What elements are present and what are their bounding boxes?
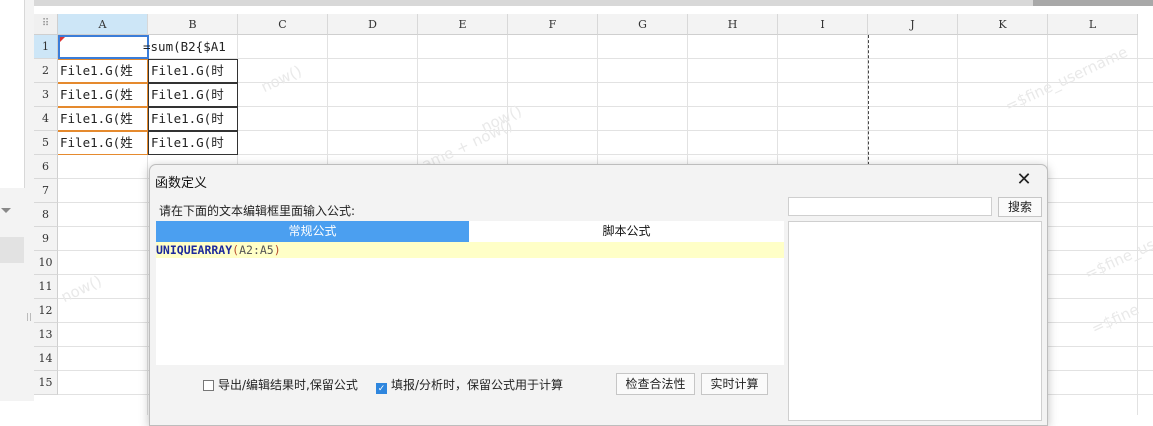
search-button[interactable]: 搜索	[998, 197, 1042, 217]
row-header-6[interactable]: 6	[34, 155, 58, 179]
column-header-g[interactable]: G	[598, 14, 688, 35]
column-header-k[interactable]: K	[958, 14, 1048, 35]
dialog: 函数定义 ✕ 请在下面的文本编辑框里面输入公式: 常规公式 脚本公式 UNIQU…	[149, 164, 1048, 426]
resize-handle[interactable]	[27, 313, 31, 321]
column-header-c[interactable]: C	[238, 14, 328, 35]
formula-prompt: 请在下面的文本编辑框里面输入公式:	[159, 204, 356, 218]
row-header-5[interactable]: 5	[34, 131, 58, 155]
column-header-a[interactable]: A	[58, 14, 148, 35]
formula-paren-close: )	[273, 243, 281, 257]
column-header-h[interactable]: H	[688, 14, 778, 35]
column-header-i[interactable]: I	[778, 14, 868, 35]
function-search-input[interactable]	[788, 197, 992, 216]
checkbox-label: 填报/分析时，保留公式用于计算	[391, 378, 564, 392]
column-header-f[interactable]: F	[508, 14, 598, 35]
formula-argument: A2:A5	[239, 243, 274, 257]
formula-line[interactable]: UNIQUEARRAY(A2:A5)	[156, 242, 784, 258]
cell-a5[interactable]: File1.G(姓	[58, 131, 148, 155]
cell-a3[interactable]: File1.G(姓	[58, 83, 148, 107]
close-icon[interactable]: ✕	[1015, 171, 1033, 189]
checkbox-keep-formula-fill[interactable]: ✓ 填报/分析时，保留公式用于计算	[376, 378, 563, 394]
page-break-line	[868, 35, 869, 175]
cell-a1[interactable]	[58, 35, 149, 59]
row-header-2[interactable]: 2	[34, 59, 58, 83]
collapse-arrow-icon[interactable]	[1, 208, 11, 213]
row-header-15[interactable]: 15	[34, 371, 58, 395]
checkbox-box[interactable]	[203, 380, 214, 391]
column-header-e[interactable]: E	[418, 14, 508, 35]
cell-b1[interactable]: =sum(B2{$A1	[141, 36, 238, 60]
cell-b3[interactable]: File1.G(时	[148, 83, 238, 107]
scroll-thumb[interactable]	[1033, 0, 1153, 6]
left-panel-selected-item[interactable]	[0, 237, 24, 263]
tab-regular-formula[interactable]: 常规公式	[156, 221, 469, 242]
column-header-b[interactable]: B	[148, 14, 238, 35]
validate-button[interactable]: 检查合法性	[616, 373, 695, 395]
top-scrollbar[interactable]	[34, 0, 1153, 6]
row-header-3[interactable]: 3	[34, 83, 58, 107]
row-header-10[interactable]: 10	[34, 251, 58, 275]
cell-a4[interactable]: File1.G(姓	[58, 107, 148, 131]
comment-marker-icon	[60, 37, 65, 42]
row-header-9[interactable]: 9	[34, 227, 58, 251]
select-all-corner[interactable]: ⠿	[34, 14, 58, 35]
realtime-calc-button[interactable]: 实时计算	[701, 373, 768, 395]
row-header-7[interactable]: 7	[34, 179, 58, 203]
cell-b5[interactable]: File1.G(时	[148, 131, 238, 155]
checkbox-label: 导出/编辑结果时,保留公式	[218, 378, 358, 392]
row-header-11[interactable]: 11	[34, 275, 58, 299]
column-header-j[interactable]: J	[868, 14, 958, 35]
tab-script-formula[interactable]: 脚本公式	[469, 221, 784, 242]
row-header-12[interactable]: 12	[34, 299, 58, 323]
cell-b4[interactable]: File1.G(时	[148, 107, 238, 131]
checkbox-keep-formula-export[interactable]: 导出/编辑结果时,保留公式	[203, 378, 358, 392]
function-list[interactable]	[788, 221, 1042, 421]
editor-tabs: 常规公式 脚本公式	[156, 221, 784, 242]
row-header-14[interactable]: 14	[34, 347, 58, 371]
row-header-4[interactable]: 4	[34, 107, 58, 131]
checkbox-box-checked[interactable]: ✓	[376, 383, 387, 394]
row-header-13[interactable]: 13	[34, 323, 58, 347]
column-header-l[interactable]: L	[1048, 14, 1138, 35]
column-header-d[interactable]: D	[328, 14, 418, 35]
row-header-1[interactable]: 1	[34, 35, 58, 59]
left-panel	[0, 0, 34, 401]
row-header-8[interactable]: 8	[34, 203, 58, 227]
formula-function: UNIQUEARRAY	[156, 243, 233, 257]
left-panel-strip	[0, 0, 25, 188]
formula-editor[interactable]: 常规公式 脚本公式 UNIQUEARRAY(A2:A5)	[156, 221, 784, 365]
cell-a2[interactable]: File1.G(姓	[58, 59, 148, 83]
cell-b2[interactable]: File1.G(时	[148, 59, 238, 83]
dialog-title: 函数定义	[155, 176, 208, 191]
